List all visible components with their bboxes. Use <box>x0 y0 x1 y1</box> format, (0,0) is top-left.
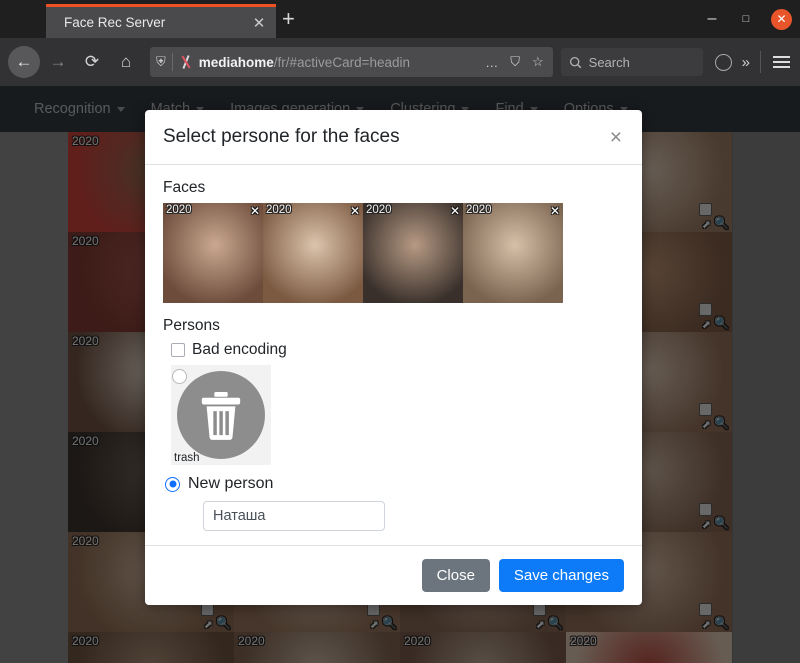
url-divider <box>171 53 173 71</box>
search-placeholder: Search <box>588 54 630 70</box>
reload-icon[interactable]: ⟳ <box>76 46 108 78</box>
modal-body: Faces 2020 ✕ 2020 ✕ 2020 ✕ 2020 ✕ Persons Bad e… <box>145 165 642 545</box>
new-tab-button[interactable]: + <box>282 8 295 30</box>
maximize-icon[interactable]: □ <box>737 10 755 28</box>
remove-face-icon[interactable]: ✕ <box>450 204 460 218</box>
person-name-trash: trash <box>174 452 200 464</box>
web-page: 2020⬈🔍2020⬈🔍2020⬈🔍2020⬈🔍2020⬈🔍2020⬈🔍2020… <box>0 86 800 663</box>
bad-encoding-label: Bad encoding <box>192 341 287 358</box>
page-actions-icon[interactable]: … <box>482 55 501 70</box>
title-bar: Face Rec Server ✕ + – □ ✕ <box>0 0 800 38</box>
permissions-blocked-icon[interactable] <box>179 55 193 69</box>
year-badge: 2020 <box>266 204 292 216</box>
modal-title: Select persone for the faces <box>163 126 400 147</box>
window-controls: – □ ✕ <box>703 0 792 38</box>
face-thumbnail-item[interactable]: 2020 ✕ <box>363 203 463 303</box>
year-badge: 2020 <box>366 204 392 216</box>
hamburger-icon[interactable] <box>771 54 792 70</box>
url-bar[interactable]: ⛨ mediahome/fr/#activeCard=headin … ⛉ ☆ <box>150 47 553 77</box>
year-badge: 2020 <box>166 204 192 216</box>
face-image <box>463 203 563 303</box>
search-icon <box>569 56 581 68</box>
select-person-modal: Select persone for the faces × Faces 202… <box>145 110 642 605</box>
toolbar-divider <box>760 51 761 73</box>
remove-face-icon[interactable]: ✕ <box>550 204 560 218</box>
person-card-trash[interactable]: trash <box>171 365 271 465</box>
remove-face-icon[interactable]: ✕ <box>350 204 360 218</box>
search-input[interactable]: Search <box>560 48 703 76</box>
close-button[interactable]: Close <box>421 559 490 592</box>
trash-icon <box>201 392 241 440</box>
modal-header: Select persone for the faces × <box>145 110 642 165</box>
face-thumbnail-item[interactable]: 2020 ✕ <box>463 203 563 303</box>
browser-window: Face Rec Server ✕ + – □ ✕ ← → ⟳ ⌂ ⛨ medi… <box>0 0 800 663</box>
face-image <box>163 203 263 303</box>
tab-close-icon[interactable]: ✕ <box>250 14 268 32</box>
tab-title: Face Rec Server <box>64 15 166 30</box>
face-image <box>363 203 463 303</box>
face-image <box>263 203 363 303</box>
minimize-icon[interactable]: – <box>703 10 721 28</box>
selected-faces-list: 2020 ✕ 2020 ✕ 2020 ✕ 2020 ✕ <box>163 203 563 303</box>
new-person-name-input[interactable] <box>203 501 385 531</box>
faces-section-label: Faces <box>163 179 206 196</box>
forward-icon[interactable]: → <box>42 46 74 78</box>
bad-encoding-checkbox[interactable] <box>171 343 185 357</box>
browser-toolbar: ← → ⟳ ⌂ ⛨ mediahome/fr/#activeCard=headi… <box>0 38 800 86</box>
shield-icon[interactable]: ⛨ <box>156 54 166 70</box>
close-window-icon[interactable]: ✕ <box>771 8 792 30</box>
modal-footer: Close Save changes <box>145 545 642 605</box>
face-thumbnail-item[interactable]: 2020 ✕ <box>263 203 363 303</box>
home-icon[interactable]: ⌂ <box>110 46 142 78</box>
year-badge: 2020 <box>466 204 492 216</box>
new-person-radio[interactable] <box>165 476 180 492</box>
new-person-row[interactable]: New person <box>165 475 624 493</box>
face-thumbnail-item[interactable]: 2020 ✕ <box>163 203 263 303</box>
persons-section-label: Persons <box>163 317 220 334</box>
overflow-icon[interactable]: » <box>742 54 750 71</box>
bookmark-star-icon[interactable]: ☆ <box>529 54 547 70</box>
pocket-icon[interactable]: ⛉ <box>507 54 523 70</box>
url-path: /fr/#activeCard=headin <box>273 54 411 70</box>
browser-tab[interactable]: Face Rec Server ✕ <box>46 4 276 38</box>
url-host: mediahome <box>198 54 274 70</box>
save-changes-button[interactable]: Save changes <box>498 559 624 592</box>
person-avatar <box>177 371 265 459</box>
persons-section: Persons Bad encoding trash New person На… <box>163 317 624 531</box>
new-person-label: New person <box>188 475 274 492</box>
bad-encoding-row[interactable]: Bad encoding <box>171 341 624 359</box>
modal-close-icon[interactable]: × <box>608 127 624 148</box>
browser-chrome: Face Rec Server ✕ + – □ ✕ ← → ⟳ ⌂ ⛨ medi… <box>0 0 800 86</box>
person-radio-trash[interactable] <box>172 369 187 384</box>
account-circle-icon[interactable] <box>714 53 732 71</box>
back-icon[interactable]: ← <box>8 46 40 78</box>
remove-face-icon[interactable]: ✕ <box>250 204 260 218</box>
url-text: mediahome/fr/#activeCard=headin <box>199 55 476 70</box>
